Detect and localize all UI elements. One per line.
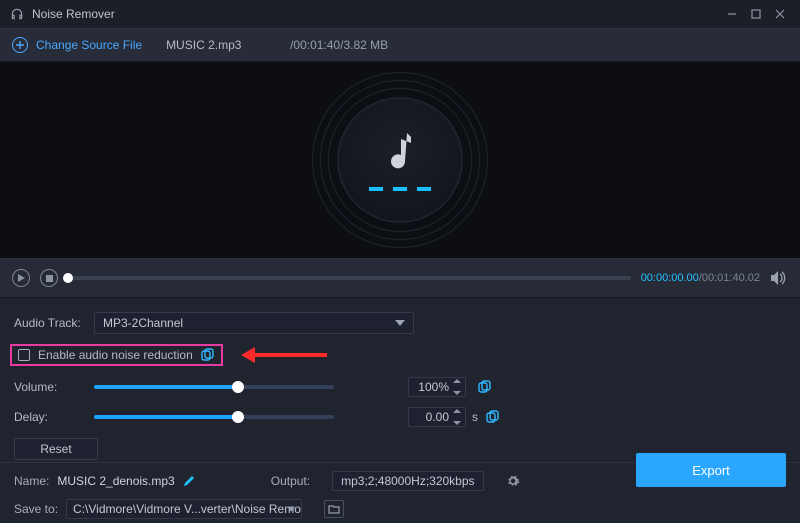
minimize-button[interactable]	[720, 4, 744, 24]
seek-slider[interactable]	[68, 276, 631, 280]
change-source-button[interactable]: Change Source File	[12, 37, 142, 53]
volume-slider[interactable]	[94, 385, 334, 389]
source-bar: Change Source File MUSIC 2.mp3 /00:01:40…	[0, 28, 800, 62]
save-path-select[interactable]: C:\Vidmore\Vidmore V...verter\Noise Remo…	[66, 499, 302, 519]
window-title: Noise Remover	[32, 7, 115, 21]
title-bar: Noise Remover	[0, 0, 800, 28]
delay-step-down[interactable]	[453, 421, 461, 425]
volume-label: Volume:	[14, 380, 94, 394]
source-duration-size: /00:01:40/3.82 MB	[290, 38, 388, 52]
playback-bar: 00:00:00.00/00:01:40.02	[0, 258, 800, 298]
delay-value-input[interactable]: 0.00	[408, 407, 466, 427]
noise-reduction-checkbox[interactable]	[18, 349, 30, 361]
seek-thumb[interactable]	[63, 273, 73, 283]
delay-apply-all-icon[interactable]	[486, 410, 500, 424]
output-name-value: MUSIC 2_denois.mp3	[57, 474, 174, 488]
output-format-label: Output:	[271, 474, 310, 488]
apply-all-icon[interactable]	[201, 348, 215, 362]
chevron-down-icon	[287, 507, 295, 512]
output-settings-button[interactable]	[506, 474, 520, 488]
play-button[interactable]	[12, 269, 30, 287]
audio-track-select[interactable]: MP3-2Channel	[94, 312, 414, 334]
noise-reduction-highlight: Enable audio noise reduction	[10, 344, 223, 366]
noise-reduction-label: Enable audio noise reduction	[38, 348, 193, 362]
change-source-label: Change Source File	[36, 38, 142, 52]
export-button[interactable]: Export	[636, 453, 786, 487]
volume-step-up[interactable]	[453, 379, 461, 383]
edit-name-icon[interactable]	[183, 475, 195, 487]
volume-row: Volume: 100%	[14, 372, 786, 402]
audio-visualizer	[312, 72, 488, 248]
delay-unit: s	[472, 410, 478, 424]
close-button[interactable]	[768, 4, 792, 24]
open-folder-button[interactable]	[324, 500, 344, 518]
timecode-current: 00:00:00.00	[641, 272, 699, 284]
app-logo-icon	[10, 7, 24, 21]
timecode: 00:00:00.00/00:01:40.02	[641, 272, 760, 284]
output-name-label: Name:	[14, 474, 49, 488]
noise-reduction-row: Enable audio noise reduction	[14, 338, 786, 372]
volume-step-down[interactable]	[453, 391, 461, 395]
volume-apply-all-icon[interactable]	[478, 380, 492, 394]
plus-icon	[12, 37, 28, 53]
audio-track-value: MP3-2Channel	[103, 316, 183, 330]
delay-step-up[interactable]	[453, 409, 461, 413]
preview-area	[0, 62, 800, 258]
equalizer-bars-icon	[369, 187, 431, 191]
save-to-label: Save to:	[14, 502, 58, 516]
reset-button[interactable]: Reset	[14, 438, 98, 460]
maximize-button[interactable]	[744, 4, 768, 24]
timecode-total: 00:01:40.02	[702, 272, 760, 284]
volume-slider-thumb[interactable]	[232, 381, 244, 393]
annotation-arrow	[251, 353, 327, 357]
volume-icon[interactable]	[770, 269, 788, 287]
delay-row: Delay: 0.00 s	[14, 402, 786, 432]
delay-label: Delay:	[14, 410, 94, 424]
audio-track-row: Audio Track: MP3-2Channel	[14, 308, 786, 338]
audio-track-label: Audio Track:	[14, 316, 94, 330]
delay-slider[interactable]	[94, 415, 334, 419]
delay-slider-thumb[interactable]	[232, 411, 244, 423]
output-format-box: mp3;2;48000Hz;320kbps	[332, 471, 483, 491]
chevron-down-icon	[395, 320, 405, 326]
source-filename: MUSIC 2.mp3	[166, 38, 266, 52]
volume-value-input[interactable]: 100%	[408, 377, 466, 397]
stop-button[interactable]	[40, 269, 58, 287]
settings-panel: Audio Track: MP3-2Channel Enable audio n…	[0, 298, 800, 462]
